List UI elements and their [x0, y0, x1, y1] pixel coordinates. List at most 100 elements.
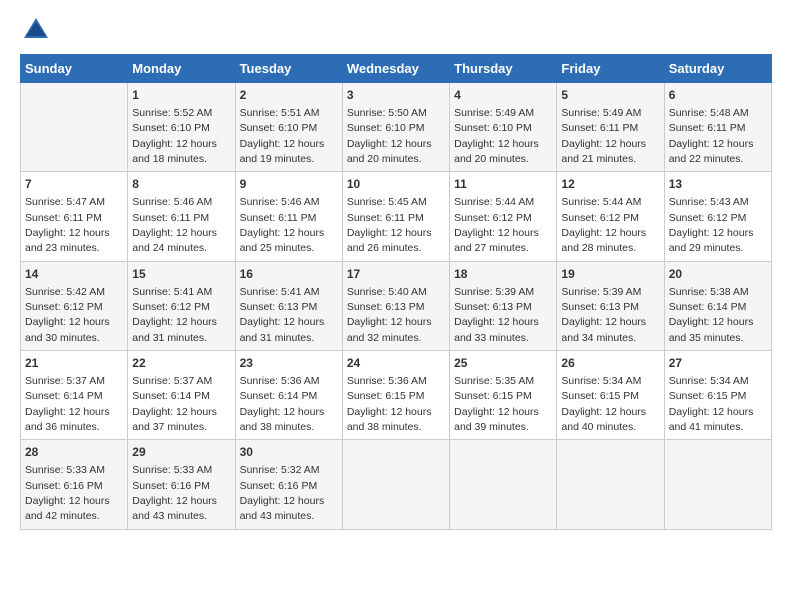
day-info: Sunrise: 5:44 AM Sunset: 6:12 PM Dayligh…: [454, 196, 539, 254]
calendar-cell: 1Sunrise: 5:52 AM Sunset: 6:10 PM Daylig…: [128, 83, 235, 172]
day-number: 7: [25, 176, 123, 193]
calendar-cell: [664, 440, 771, 529]
day-number: 18: [454, 266, 552, 283]
calendar-cell: 17 Sunrise: 5:40 AM Sunset: 6:13 PM Dayli…: [342, 261, 449, 350]
day-number: 3: [347, 87, 445, 104]
day-number: 15: [132, 266, 230, 283]
calendar-cell: 14 Sunrise: 5:42 AM Sunset: 6:12 PM Dayli…: [21, 261, 128, 350]
day-info: Sunrise: 5:42 AM Sunset: 6:12 PM Dayligh…: [25, 286, 110, 344]
calendar-cell: 22 Sunrise: 5:37 AM Sunset: 6:14 PM Dayli…: [128, 351, 235, 440]
day-number: 23: [240, 355, 338, 372]
calendar-cell: 27 Sunrise: 5:34 AM Sunset: 6:15 PM Dayli…: [664, 351, 771, 440]
calendar-header: SundayMondayTuesdayWednesdayThursdayFrid…: [21, 55, 772, 83]
calendar-cell: 10 Sunrise: 5:45 AM Sunset: 6:11 PM Dayli…: [342, 172, 449, 261]
column-header-friday: Friday: [557, 55, 664, 83]
day-number: 21: [25, 355, 123, 372]
calendar-cell: 21 Sunrise: 5:37 AM Sunset: 6:14 PM Dayli…: [21, 351, 128, 440]
day-info: Sunrise: 5:39 AM Sunset: 6:13 PM Dayligh…: [561, 286, 646, 344]
calendar-cell: 16Sunrise: 5:41 AM Sunset: 6:13 PM Dayli…: [235, 261, 342, 350]
day-info: Sunrise: 5:33 AM Sunset: 6:16 PM Dayligh…: [25, 464, 110, 522]
day-number: 25: [454, 355, 552, 372]
calendar-cell: 24 Sunrise: 5:36 AM Sunset: 6:15 PM Dayli…: [342, 351, 449, 440]
calendar-cell: [557, 440, 664, 529]
calendar-cell: 25Sunrise: 5:35 AM Sunset: 6:15 PM Dayli…: [450, 351, 557, 440]
day-number: 17: [347, 266, 445, 283]
day-number: 13: [669, 176, 767, 193]
calendar-cell: 12 Sunrise: 5:44 AM Sunset: 6:12 PM Dayli…: [557, 172, 664, 261]
day-info: Sunrise: 5:34 AM Sunset: 6:15 PM Dayligh…: [669, 375, 754, 433]
day-info: Sunrise: 5:41 AM Sunset: 6:13 PM Dayligh…: [240, 286, 325, 344]
day-number: 2: [240, 87, 338, 104]
page-header: [20, 16, 772, 44]
calendar-cell: 11Sunrise: 5:44 AM Sunset: 6:12 PM Dayli…: [450, 172, 557, 261]
day-number: 12: [561, 176, 659, 193]
header-row: SundayMondayTuesdayWednesdayThursdayFrid…: [21, 55, 772, 83]
day-number: 4: [454, 87, 552, 104]
logo: [20, 16, 50, 44]
day-info: Sunrise: 5:37 AM Sunset: 6:14 PM Dayligh…: [25, 375, 110, 433]
day-info: Sunrise: 5:51 AM Sunset: 6:10 PM Dayligh…: [240, 107, 325, 165]
day-info: Sunrise: 5:46 AM Sunset: 6:11 PM Dayligh…: [240, 196, 325, 254]
calendar-cell: 15 Sunrise: 5:41 AM Sunset: 6:12 PM Dayli…: [128, 261, 235, 350]
week-row-2: 7 Sunrise: 5:47 AM Sunset: 6:11 PM Daylig…: [21, 172, 772, 261]
calendar-cell: [450, 440, 557, 529]
column-header-monday: Monday: [128, 55, 235, 83]
calendar-body: 1Sunrise: 5:52 AM Sunset: 6:10 PM Daylig…: [21, 83, 772, 530]
calendar-cell: 30 Sunrise: 5:32 AM Sunset: 6:16 PM Dayli…: [235, 440, 342, 529]
column-header-saturday: Saturday: [664, 55, 771, 83]
column-header-wednesday: Wednesday: [342, 55, 449, 83]
column-header-sunday: Sunday: [21, 55, 128, 83]
day-number: 20: [669, 266, 767, 283]
day-info: Sunrise: 5:41 AM Sunset: 6:12 PM Dayligh…: [132, 286, 217, 344]
week-row-3: 14 Sunrise: 5:42 AM Sunset: 6:12 PM Dayli…: [21, 261, 772, 350]
day-number: 28: [25, 444, 123, 461]
week-row-1: 1Sunrise: 5:52 AM Sunset: 6:10 PM Daylig…: [21, 83, 772, 172]
calendar-cell: 5 Sunrise: 5:49 AM Sunset: 6:11 PM Daylig…: [557, 83, 664, 172]
day-info: Sunrise: 5:46 AM Sunset: 6:11 PM Dayligh…: [132, 196, 217, 254]
day-info: Sunrise: 5:49 AM Sunset: 6:10 PM Dayligh…: [454, 107, 539, 165]
calendar-cell: 9Sunrise: 5:46 AM Sunset: 6:11 PM Daylig…: [235, 172, 342, 261]
day-number: 10: [347, 176, 445, 193]
week-row-4: 21 Sunrise: 5:37 AM Sunset: 6:14 PM Dayli…: [21, 351, 772, 440]
day-info: Sunrise: 5:32 AM Sunset: 6:16 PM Dayligh…: [240, 464, 325, 522]
calendar-cell: 23Sunrise: 5:36 AM Sunset: 6:14 PM Dayli…: [235, 351, 342, 440]
day-info: Sunrise: 5:45 AM Sunset: 6:11 PM Dayligh…: [347, 196, 432, 254]
day-number: 30: [240, 444, 338, 461]
day-info: Sunrise: 5:49 AM Sunset: 6:11 PM Dayligh…: [561, 107, 646, 165]
calendar-cell: 7 Sunrise: 5:47 AM Sunset: 6:11 PM Daylig…: [21, 172, 128, 261]
column-header-thursday: Thursday: [450, 55, 557, 83]
day-info: Sunrise: 5:48 AM Sunset: 6:11 PM Dayligh…: [669, 107, 754, 165]
day-number: 24: [347, 355, 445, 372]
day-info: Sunrise: 5:36 AM Sunset: 6:15 PM Dayligh…: [347, 375, 432, 433]
calendar-cell: 29 Sunrise: 5:33 AM Sunset: 6:16 PM Dayli…: [128, 440, 235, 529]
day-info: Sunrise: 5:33 AM Sunset: 6:16 PM Dayligh…: [132, 464, 217, 522]
day-info: Sunrise: 5:43 AM Sunset: 6:12 PM Dayligh…: [669, 196, 754, 254]
day-number: 14: [25, 266, 123, 283]
day-number: 26: [561, 355, 659, 372]
calendar-cell: 4 Sunrise: 5:49 AM Sunset: 6:10 PM Daylig…: [450, 83, 557, 172]
calendar-cell: 19 Sunrise: 5:39 AM Sunset: 6:13 PM Dayli…: [557, 261, 664, 350]
calendar-cell: 6 Sunrise: 5:48 AM Sunset: 6:11 PM Daylig…: [664, 83, 771, 172]
day-info: Sunrise: 5:34 AM Sunset: 6:15 PM Dayligh…: [561, 375, 646, 433]
day-info: Sunrise: 5:47 AM Sunset: 6:11 PM Dayligh…: [25, 196, 110, 254]
logo-icon: [22, 16, 50, 44]
day-number: 19: [561, 266, 659, 283]
calendar-cell: 2 Sunrise: 5:51 AM Sunset: 6:10 PM Daylig…: [235, 83, 342, 172]
week-row-5: 28 Sunrise: 5:33 AM Sunset: 6:16 PM Dayli…: [21, 440, 772, 529]
day-number: 27: [669, 355, 767, 372]
day-info: Sunrise: 5:44 AM Sunset: 6:12 PM Dayligh…: [561, 196, 646, 254]
day-info: Sunrise: 5:52 AM Sunset: 6:10 PM Dayligh…: [132, 107, 217, 165]
day-number: 8: [132, 176, 230, 193]
day-info: Sunrise: 5:40 AM Sunset: 6:13 PM Dayligh…: [347, 286, 432, 344]
day-info: Sunrise: 5:39 AM Sunset: 6:13 PM Dayligh…: [454, 286, 539, 344]
day-info: Sunrise: 5:37 AM Sunset: 6:14 PM Dayligh…: [132, 375, 217, 433]
day-number: 22: [132, 355, 230, 372]
calendar-cell: 26 Sunrise: 5:34 AM Sunset: 6:15 PM Dayli…: [557, 351, 664, 440]
calendar-cell: 3 Sunrise: 5:50 AM Sunset: 6:10 PM Daylig…: [342, 83, 449, 172]
calendar-cell: 13 Sunrise: 5:43 AM Sunset: 6:12 PM Dayli…: [664, 172, 771, 261]
day-number: 29: [132, 444, 230, 461]
day-number: 6: [669, 87, 767, 104]
calendar-table: SundayMondayTuesdayWednesdayThursdayFrid…: [20, 54, 772, 530]
day-info: Sunrise: 5:50 AM Sunset: 6:10 PM Dayligh…: [347, 107, 432, 165]
day-number: 5: [561, 87, 659, 104]
